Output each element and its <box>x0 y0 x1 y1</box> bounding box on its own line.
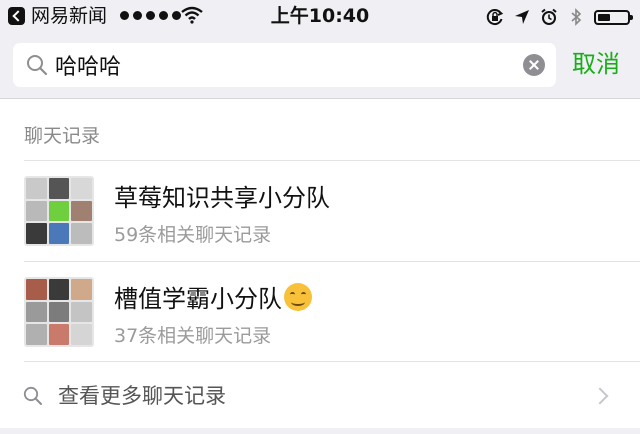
search-bar: 取消 <box>0 34 640 99</box>
result-item-2[interactable]: 槽值学霸小分队 37条相关聊天记录 <box>0 263 640 361</box>
section-title: 聊天记录 <box>24 125 101 147</box>
bluetooth-icon <box>571 8 582 26</box>
result-subtitle: 37条相关聊天记录 <box>114 325 272 347</box>
result-item-1[interactable]: 草莓知识共享小分队 59条相关聊天记录 <box>0 162 640 260</box>
view-more-label: 查看更多聊天记录 <box>58 384 226 408</box>
orientation-lock-icon <box>486 9 504 26</box>
search-icon <box>27 55 48 76</box>
status-right-icons <box>486 5 633 29</box>
status-bar: 网易新闻 上午10:40 <box>0 0 640 34</box>
result-subtitle: 59条相关聊天记录 <box>114 224 272 246</box>
group-avatar <box>24 176 94 246</box>
search-input[interactable] <box>55 49 515 81</box>
search-icon <box>23 386 42 405</box>
result-title-row: 槽值学霸小分队 <box>114 283 312 315</box>
divider <box>24 261 640 262</box>
battery-icon <box>594 9 633 25</box>
view-more-button[interactable]: 查看更多聊天记录 <box>0 362 640 428</box>
chevron-right-icon <box>591 387 609 405</box>
result-title: 槽值学霸小分队 <box>114 285 282 313</box>
result-title: 草莓知识共享小分队 <box>114 184 330 212</box>
alarm-icon <box>541 8 557 25</box>
bottom-strip <box>0 428 640 434</box>
clear-icon[interactable] <box>523 54 545 76</box>
hugging-face-icon <box>284 283 312 311</box>
group-avatar <box>24 277 94 347</box>
cancel-button[interactable]: 取消 <box>572 46 620 82</box>
divider <box>24 160 640 161</box>
location-icon <box>515 10 529 24</box>
search-box[interactable] <box>13 43 556 87</box>
